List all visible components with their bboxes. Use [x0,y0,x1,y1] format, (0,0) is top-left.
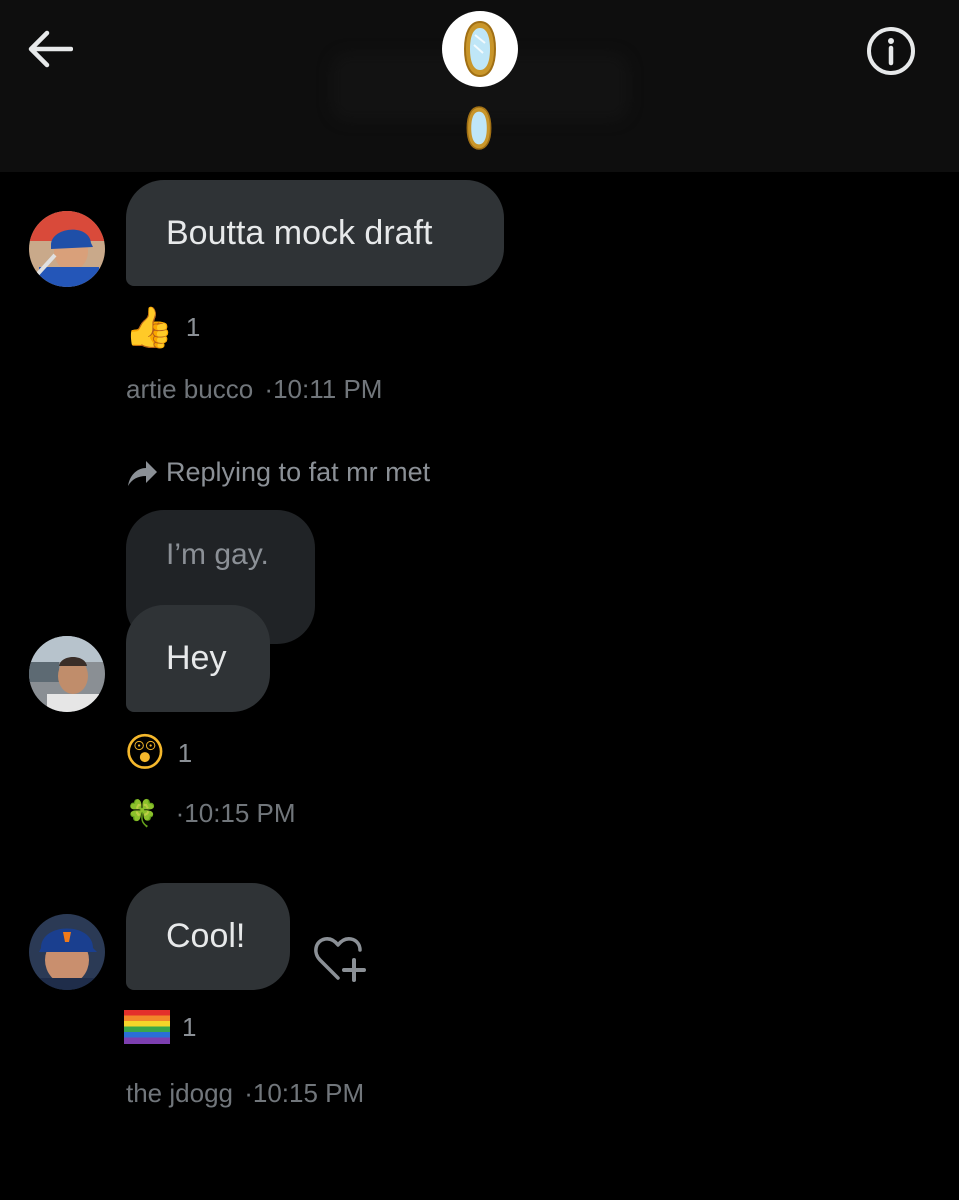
arrow-left-icon [28,30,73,68]
avatar-man-stadium [29,636,105,712]
message-bubble[interactable]: Cool! [126,883,290,990]
avatar-baseball-player-blue-helmet [29,211,105,287]
message-reaction[interactable]: 👍 1 [124,304,200,351]
reaction-count: 1 [185,312,201,342]
reply-label: Replying to fat mr met [166,457,431,487]
info-icon [867,27,915,75]
reaction-count: 1 [177,737,193,768]
message-meta: artie bucco ·10:11 PM [126,374,382,405]
message-time: ·10:15 PM [175,798,296,828]
reaction-count: 1 [182,1011,197,1042]
message-time: ·10:11 PM [264,374,383,404]
avatar-the-jdogg[interactable] [29,914,105,990]
reply-arrow-icon [128,460,157,486]
astonished-emoji: 😲 [124,731,166,775]
back-button[interactable] [26,28,74,70]
thumbs-up-emoji: 👍 [124,306,174,350]
quoted-text: I’m gay. [166,538,269,571]
rainbow-flag-icon [124,1010,170,1044]
sender-name[interactable]: artie bucco [126,374,253,404]
message-bubble[interactable]: Boutta mock draft [126,180,504,286]
heart-plus-icon [314,937,366,982]
message-text: Hey [166,639,227,677]
message-meta: 🍀 ·10:15 PM [126,798,296,829]
mirror-icon [466,106,492,150]
message-meta: the jdogg ·10:15 PM [126,1078,364,1109]
conversation-info-button[interactable] [864,24,918,78]
message-text: Cool! [166,917,246,955]
message-text: Boutta mock draft [166,213,433,252]
message-bubble[interactable]: Hey [126,605,270,712]
mirror-icon [463,20,497,78]
avatar-artie-bucco[interactable] [29,211,105,287]
sender-name[interactable]: 🍀 [126,798,158,828]
message-time: ·10:15 PM [244,1078,365,1108]
avatar-mets-cap [29,914,105,990]
message-reaction[interactable]: 😲 1 [124,730,192,776]
reply-indicator[interactable]: Replying to fat mr met [126,457,430,488]
message-reaction[interactable]: 1 [124,1010,196,1044]
add-reaction-button[interactable] [312,934,370,986]
conversation-header [0,0,959,172]
group-name [464,103,494,153]
avatar-fat-mr-met[interactable] [29,636,105,712]
group-avatar[interactable] [442,11,518,87]
sender-name[interactable]: the jdogg [126,1078,233,1108]
